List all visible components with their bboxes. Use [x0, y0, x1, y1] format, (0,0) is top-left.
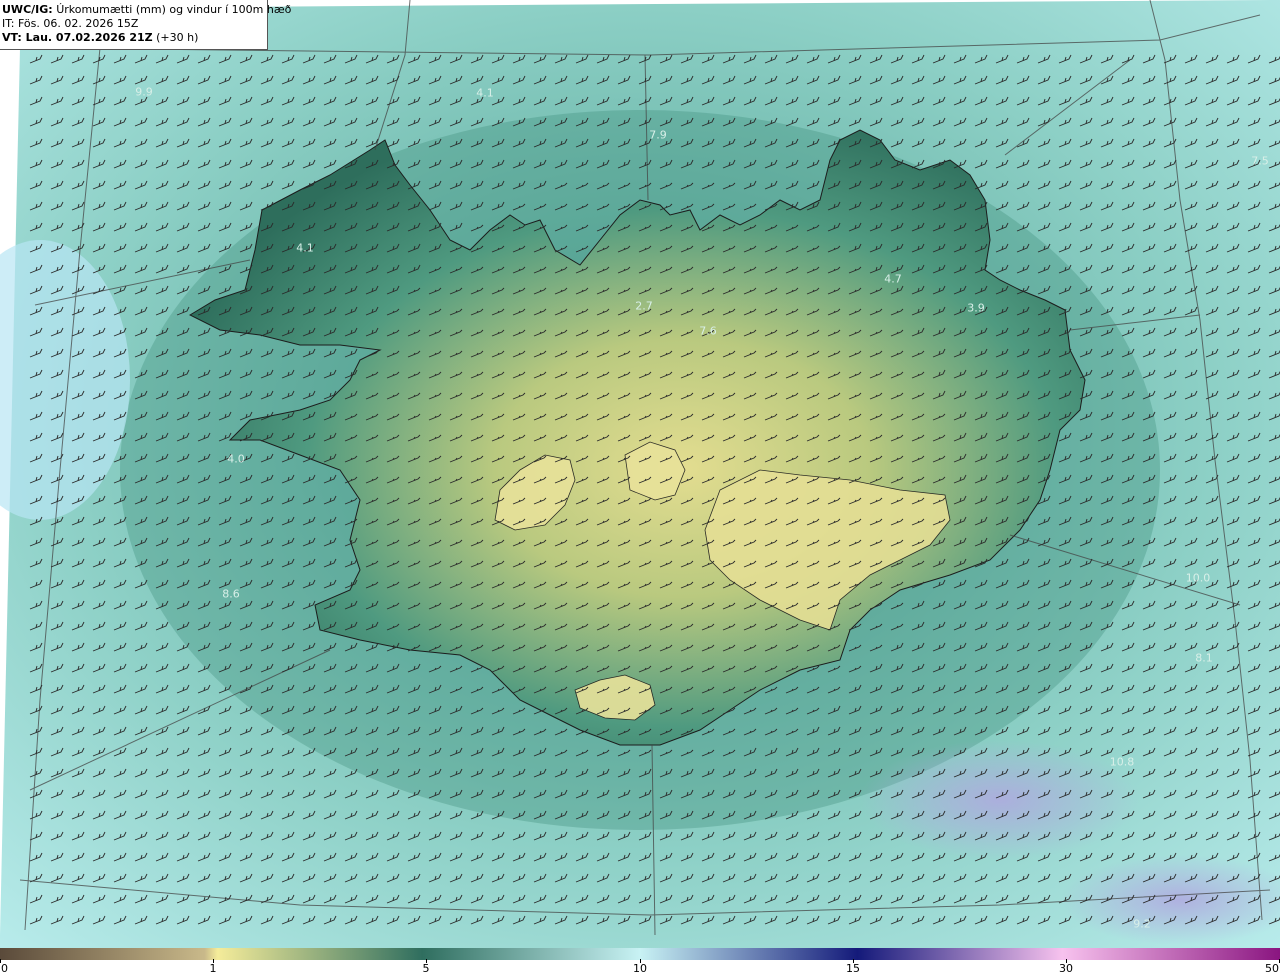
purple-area-se [860, 740, 1140, 860]
map-info-box: UWC/IG: Úrkomumætti (mm) og vindur í 100… [0, 0, 291, 50]
map-value-label: 7.5 [1251, 154, 1269, 168]
map-value-label: 4.0 [227, 452, 245, 466]
product-description: Úrkomumætti (mm) og vindur í 100m hæð [56, 3, 292, 16]
map-value-label: 4.1 [476, 86, 494, 100]
colorbar-tick-label: 5 [422, 962, 430, 975]
map-value-label: 7.6 [699, 324, 717, 338]
map-value-label: 10.8 [1109, 755, 1135, 769]
colorbar-tick-label: 1 [209, 962, 217, 975]
colorbar-tick-label: 0 [1, 962, 8, 975]
map-value-label: 10.0 [1185, 571, 1211, 585]
map-value-label: 4.7 [884, 272, 902, 286]
product-code: UWC/IG: [2, 3, 53, 16]
colorbar-tick-label: 10 [633, 962, 647, 975]
map-value-label: 8.6 [222, 587, 240, 601]
colorbar-tick-label: 30 [1059, 962, 1073, 975]
colorbar-tick-label: 15 [846, 962, 860, 975]
map-value-label: 2.7 [635, 299, 653, 313]
map-value-label: 8.1 [1195, 651, 1213, 665]
map-value-label: 3.9 [967, 301, 985, 315]
init-time: IT: Fös. 06. 02. 2026 15Z [2, 17, 139, 30]
map-value-label: 7.9 [649, 128, 667, 142]
valid-time: VT: Lau. 07.02.2026 21Z [2, 31, 153, 44]
map-value-label: 9.9 [135, 85, 153, 99]
colorbar-tick-label: 50 [1265, 962, 1279, 975]
map-value-label: 9.2 [1133, 917, 1151, 931]
precip-wind-map[interactable]: UWC/IG: Úrkomumætti (mm) og vindur í 100… [0, 0, 1280, 948]
colorbar-legend: 0 1 5 10 15 30 50 [0, 948, 1280, 978]
forecast-lead: (+30 h) [152, 31, 199, 44]
map-value-label: 4.1 [296, 241, 314, 255]
